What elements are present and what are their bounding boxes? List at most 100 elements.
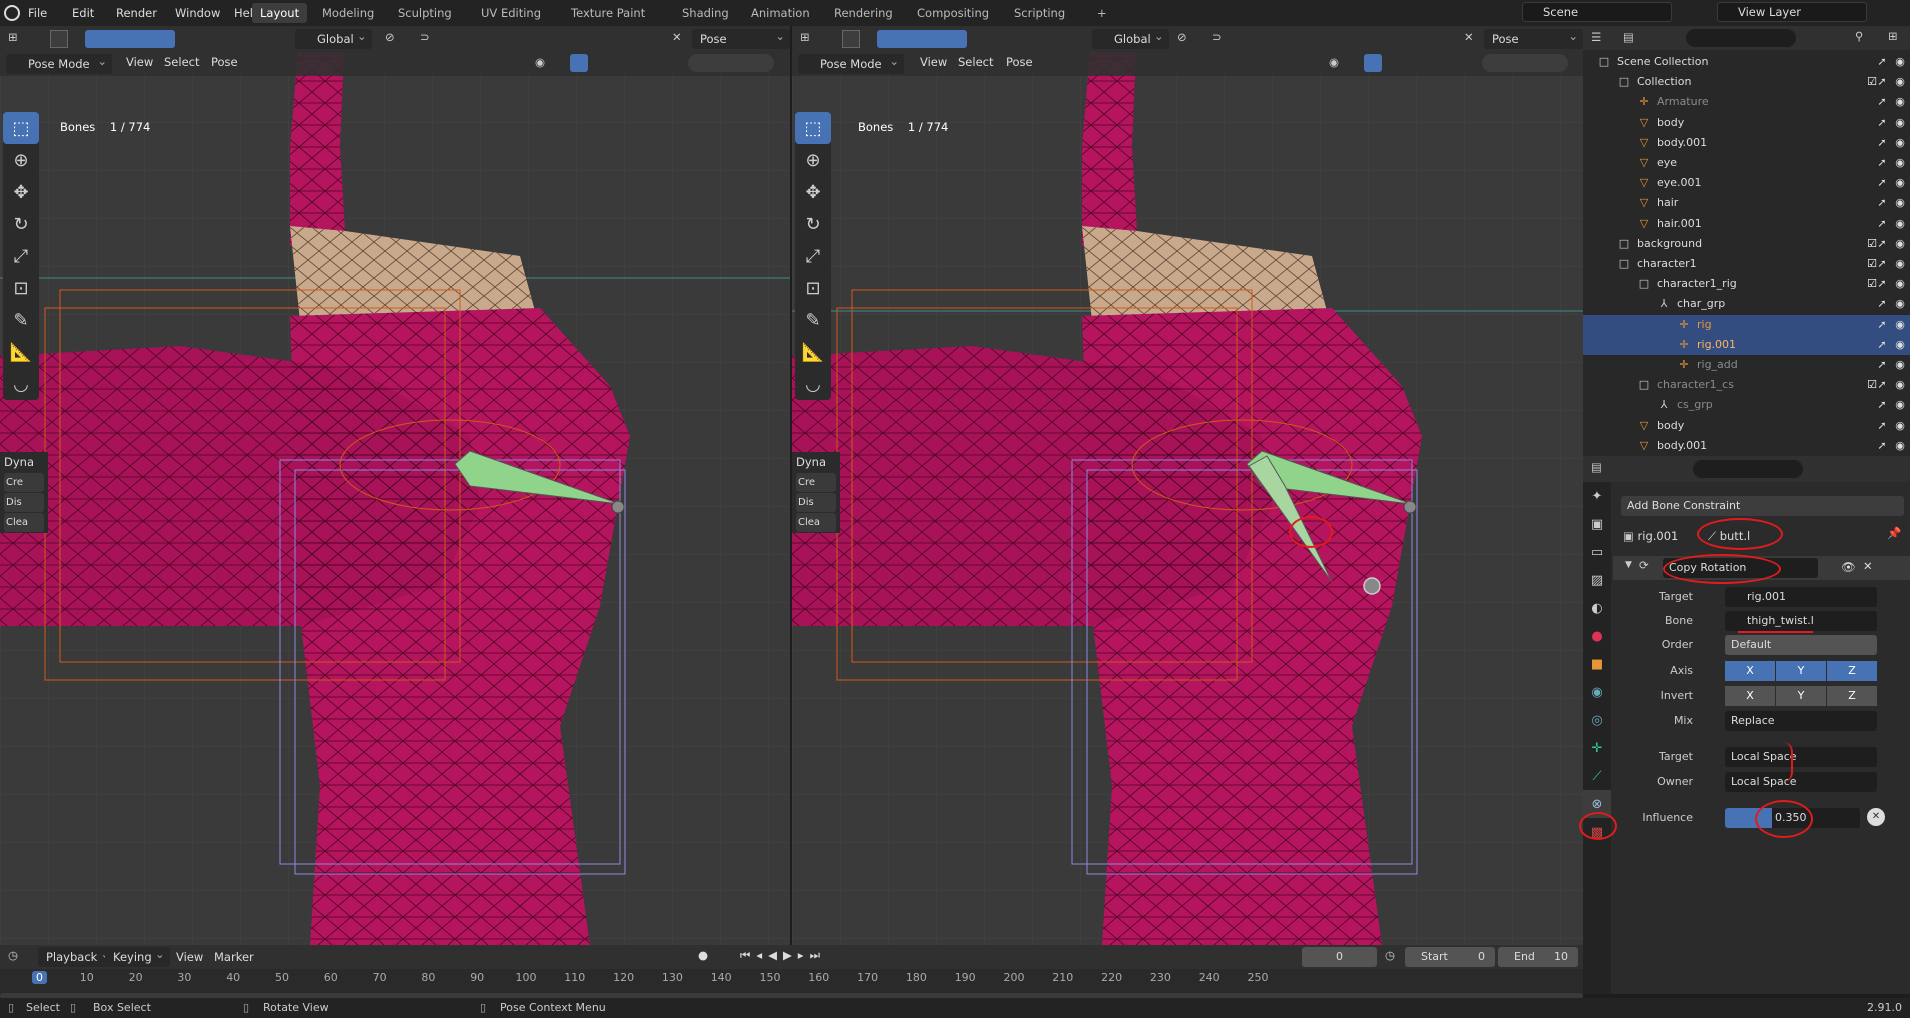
outliner-row[interactable]: ▽ eye ➚ ◉ bbox=[1583, 153, 1910, 173]
cursor-tool-icon[interactable]: ⊕ bbox=[795, 144, 831, 176]
collapse-arrow-icon[interactable]: ▼ bbox=[1625, 560, 1632, 570]
transform-tool-icon[interactable]: ⊡ bbox=[3, 272, 39, 304]
workspace-tab-compositing[interactable]: Compositing bbox=[909, 3, 997, 23]
workspace-tab-shading[interactable]: Shading bbox=[674, 3, 737, 23]
editor-type-icon[interactable]: ☰ bbox=[1591, 30, 1601, 44]
workspace-tab--[interactable]: + bbox=[1089, 3, 1115, 23]
view-layer-selector[interactable]: View Layer bbox=[1717, 2, 1867, 22]
end-frame-field[interactable]: End 10 bbox=[1498, 947, 1578, 967]
menu-pose[interactable]: Pose bbox=[1002, 52, 1037, 72]
outliner-row[interactable]: ✛ rig.001 ➚ ◉ bbox=[1583, 334, 1910, 355]
menu-edit[interactable]: Edit bbox=[66, 0, 100, 26]
owner-space-dropdown[interactable]: Local Space bbox=[1725, 772, 1877, 792]
invert-y-toggle[interactable]: Y bbox=[1776, 686, 1826, 706]
target-field[interactable]: rig.001 bbox=[1725, 587, 1877, 607]
selectable-icon[interactable]: ➚ bbox=[1875, 315, 1889, 335]
playback-controls[interactable]: ⏮◂◀▶▸⏭ bbox=[740, 948, 826, 963]
workspace-tab-scripting[interactable]: Scripting bbox=[1006, 3, 1073, 23]
selectable-icon[interactable]: ➚ bbox=[1875, 173, 1889, 193]
dyna-clear-button[interactable]: Clea bbox=[796, 513, 836, 532]
eye-icon[interactable]: ◉ bbox=[1893, 173, 1907, 193]
close-icon[interactable]: ✕ bbox=[672, 30, 682, 44]
playback-menu[interactable]: Playback bbox=[38, 944, 116, 967]
eye-icon[interactable]: ◉ bbox=[1893, 153, 1907, 173]
eye-icon[interactable]: ◉ bbox=[1893, 416, 1907, 436]
selectable-icon[interactable]: ➚ bbox=[1875, 133, 1889, 153]
selectable-icon[interactable]: ➚ bbox=[1875, 294, 1889, 314]
add-bone-constraint-button[interactable]: Add Bone Constraint bbox=[1621, 496, 1904, 516]
outliner-row[interactable]: ▽ body ➚ ◉ bbox=[1583, 416, 1910, 436]
dyna-create-button[interactable]: Cre bbox=[796, 473, 836, 492]
new-collection-icon[interactable]: ⊞ bbox=[1888, 29, 1898, 43]
select-tool-icon[interactable]: ⬚ bbox=[3, 112, 39, 144]
physics-tab-icon[interactable]: ◎ bbox=[1583, 706, 1611, 734]
select-mode-icon[interactable] bbox=[842, 30, 860, 48]
outliner-row[interactable]: ▽ hair ➚ ◉ bbox=[1583, 193, 1910, 213]
view-layer-tab-icon[interactable]: ▨ bbox=[1583, 566, 1611, 594]
axis-x-toggle[interactable]: X bbox=[1725, 661, 1775, 681]
transform-orientation-dropdown[interactable]: Global bbox=[1092, 26, 1169, 49]
gizmo-icon[interactable] bbox=[570, 54, 588, 72]
move-tool-icon[interactable]: ✥ bbox=[3, 176, 39, 208]
workspace-tab-layout[interactable]: Layout bbox=[252, 3, 308, 23]
outliner-row[interactable]: ⅄ cs_grp ➚ ◉ bbox=[1583, 395, 1910, 415]
mix-dropdown[interactable]: Replace bbox=[1725, 711, 1877, 731]
transform-orientation-dropdown[interactable]: Global bbox=[295, 26, 372, 49]
outliner-row[interactable]: □ Scene Collection ➚ ◉ bbox=[1583, 52, 1910, 72]
pose-options-dropdown[interactable]: Pose Options bbox=[692, 26, 790, 66]
outliner-row[interactable]: ▽ hair.001 ➚ ◉ bbox=[1583, 214, 1910, 234]
scene-tab-icon[interactable]: ◐ bbox=[1583, 594, 1611, 622]
shading-modes[interactable] bbox=[1482, 54, 1568, 72]
workspace-tab-animation[interactable]: Animation bbox=[743, 3, 818, 23]
cursor-tool-icon[interactable]: ⊕ bbox=[3, 144, 39, 176]
scale-tool-icon[interactable]: ⤢ bbox=[3, 240, 39, 272]
shading-modes[interactable] bbox=[688, 54, 774, 72]
eye-icon[interactable]: ◉ bbox=[1893, 355, 1907, 375]
select-tool-icon[interactable]: ⬚ bbox=[795, 112, 831, 144]
menu-view[interactable]: View bbox=[916, 52, 951, 72]
selectable-icon[interactable]: ➚ bbox=[1875, 436, 1889, 456]
bone-tab-icon[interactable]: ⟋ bbox=[1583, 762, 1611, 790]
selectable-icon[interactable]: ➚ bbox=[1875, 193, 1889, 213]
viewport-right[interactable]: ⊞ Global ⊘ ⊃ ✕ Pose Options Pose Mode Vi… bbox=[792, 26, 1583, 945]
selectable-icon[interactable]: ➚ bbox=[1875, 335, 1889, 355]
move-tool-icon[interactable]: ✥ bbox=[795, 176, 831, 208]
properties-search-input[interactable] bbox=[1693, 460, 1803, 478]
workspace-tab-modeling[interactable]: Modeling bbox=[314, 3, 382, 23]
outliner-search-input[interactable] bbox=[1686, 29, 1796, 47]
editor-type-icon[interactable]: ⊞ bbox=[8, 30, 18, 44]
outliner-row[interactable]: □ Collection ☑ ➚ ◉ bbox=[1583, 72, 1910, 92]
outliner-row[interactable]: ▽ body ➚ ◉ bbox=[1583, 113, 1910, 133]
invert-z-toggle[interactable]: Z bbox=[1827, 686, 1877, 706]
menu-select[interactable]: Select bbox=[954, 52, 997, 72]
selectable-icon[interactable]: ➚ bbox=[1875, 375, 1889, 395]
overlay-icon[interactable]: ◉ bbox=[535, 55, 545, 69]
object-tab-icon[interactable]: ■ bbox=[1583, 650, 1611, 678]
blender-logo-icon[interactable] bbox=[4, 5, 20, 21]
pose-tool-icon[interactable]: ◡ bbox=[3, 368, 39, 400]
outliner-row[interactable]: ✛ Armature ➚ ◉ bbox=[1583, 92, 1910, 112]
editor-type-icon[interactable]: ⊞ bbox=[800, 30, 810, 44]
eye-icon[interactable]: ◉ bbox=[1893, 395, 1907, 415]
current-frame-field[interactable]: 0 bbox=[1302, 947, 1377, 967]
measure-tool-icon[interactable]: 📐 bbox=[795, 336, 831, 368]
transform-tool-icon[interactable]: ⊡ bbox=[795, 272, 831, 304]
selectable-icon[interactable]: ➚ bbox=[1875, 214, 1889, 234]
eye-icon[interactable]: ◉ bbox=[1893, 72, 1907, 92]
selectable-icon[interactable]: ➚ bbox=[1875, 274, 1889, 294]
bone-field[interactable]: thigh_twist.l bbox=[1725, 611, 1877, 631]
eye-icon[interactable]: ◉ bbox=[1893, 315, 1907, 335]
eye-icon[interactable]: ◉ bbox=[1893, 436, 1907, 456]
menu-select[interactable]: Select bbox=[160, 52, 203, 72]
record-icon[interactable]: ● bbox=[698, 948, 708, 962]
selectable-icon[interactable]: ➚ bbox=[1875, 113, 1889, 133]
outliner-row[interactable]: ▽ eye.001 ➚ ◉ bbox=[1583, 173, 1910, 193]
selectable-icon[interactable]: ➚ bbox=[1875, 72, 1889, 92]
rotate-tool-icon[interactable]: ↻ bbox=[3, 208, 39, 240]
selectable-icon[interactable]: ➚ bbox=[1875, 153, 1889, 173]
editor-type-icon[interactable]: ▤ bbox=[1591, 460, 1602, 474]
viewport-left[interactable]: ⊞ Global ⊘ ⊃ ✕ Pose Options Pose Mode Vi… bbox=[0, 26, 790, 945]
pose-options-dropdown[interactable]: Pose Options bbox=[1484, 26, 1583, 66]
editor-type-icon[interactable]: ◷ bbox=[8, 948, 18, 962]
selectable-icon[interactable]: ➚ bbox=[1875, 355, 1889, 375]
